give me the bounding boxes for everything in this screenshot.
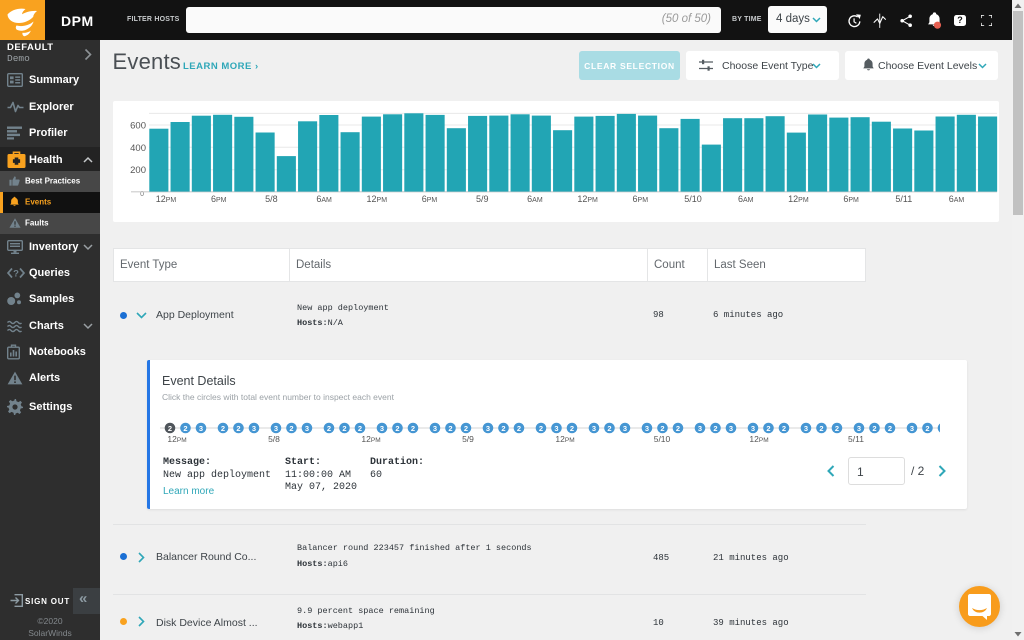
svg-text:2: 2 — [607, 424, 611, 433]
svg-text:12PM: 12PM — [156, 194, 177, 204]
svg-text:3: 3 — [857, 424, 861, 433]
svg-text:3: 3 — [433, 424, 437, 433]
svg-text:6PM: 6PM — [633, 194, 649, 204]
svg-text:2: 2 — [766, 424, 770, 433]
svg-text:3: 3 — [592, 424, 596, 433]
svg-text:2: 2 — [570, 424, 574, 433]
svg-text:2: 2 — [819, 424, 823, 433]
svg-text:2: 2 — [411, 424, 415, 433]
svg-text:3: 3 — [274, 424, 278, 433]
svg-text:2: 2 — [327, 424, 331, 433]
svg-text:6PM: 6PM — [422, 194, 438, 204]
svg-text:2: 2 — [713, 424, 717, 433]
svg-text:5/8: 5/8 — [268, 434, 280, 444]
svg-text:3: 3 — [486, 424, 490, 433]
svg-text:3: 3 — [804, 424, 808, 433]
svg-text:2: 2 — [236, 424, 240, 433]
svg-text:6PM: 6PM — [843, 194, 859, 204]
svg-text:2: 2 — [835, 424, 839, 433]
svg-text:12PM: 12PM — [167, 434, 186, 444]
svg-text:6AM: 6AM — [316, 194, 332, 204]
svg-text:2: 2 — [183, 424, 187, 433]
svg-text:6PM: 6PM — [211, 194, 227, 204]
svg-text:2: 2 — [782, 424, 786, 433]
svg-text:600: 600 — [130, 121, 146, 132]
svg-text:2: 2 — [289, 424, 293, 433]
svg-text:3: 3 — [623, 424, 627, 433]
svg-text:12PM: 12PM — [577, 194, 598, 204]
svg-text:2: 2 — [358, 424, 362, 433]
svg-text:12PM: 12PM — [749, 434, 768, 444]
svg-text:2: 2 — [448, 424, 452, 433]
svg-text:3: 3 — [305, 424, 309, 433]
svg-text:3: 3 — [380, 424, 384, 433]
svg-text:400: 400 — [130, 143, 146, 154]
svg-text:2: 2 — [539, 424, 543, 433]
svg-text:2: 2 — [517, 424, 521, 433]
svg-text:5/9: 5/9 — [476, 194, 489, 204]
svg-text:6AM: 6AM — [738, 194, 754, 204]
svg-text:2: 2 — [221, 424, 225, 433]
svg-text:2: 2 — [872, 424, 876, 433]
svg-text:2: 2 — [925, 424, 929, 433]
svg-text:2: 2 — [660, 424, 664, 433]
svg-text:2: 2 — [676, 424, 680, 433]
svg-text:3: 3 — [910, 424, 914, 433]
svg-text:6AM: 6AM — [949, 194, 965, 204]
svg-text:5/11: 5/11 — [895, 194, 912, 204]
svg-text:3: 3 — [698, 424, 702, 433]
svg-text:2: 2 — [888, 424, 892, 433]
svg-text:5/8: 5/8 — [265, 194, 278, 204]
svg-text:3: 3 — [199, 424, 203, 433]
svg-text:3: 3 — [554, 424, 558, 433]
svg-text:2: 2 — [501, 424, 505, 433]
svg-text:5/11: 5/11 — [848, 434, 864, 444]
svg-text:?: ? — [13, 268, 19, 279]
svg-text:12PM: 12PM — [361, 434, 380, 444]
svg-text:3: 3 — [252, 424, 256, 433]
svg-text:5/10: 5/10 — [684, 194, 702, 204]
svg-text:2: 2 — [464, 424, 468, 433]
svg-text:3: 3 — [645, 424, 649, 433]
svg-text:3: 3 — [751, 424, 755, 433]
svg-text:12PM: 12PM — [367, 194, 388, 204]
svg-text:12PM: 12PM — [788, 194, 809, 204]
svg-text:6AM: 6AM — [527, 194, 543, 204]
svg-text:2: 2 — [395, 424, 399, 433]
svg-text:200: 200 — [130, 165, 146, 176]
svg-text:12PM: 12PM — [555, 434, 574, 444]
svg-text:3: 3 — [729, 424, 733, 433]
svg-text:5/9: 5/9 — [462, 434, 474, 444]
svg-text:2: 2 — [342, 424, 346, 433]
svg-text:5/10: 5/10 — [654, 434, 671, 444]
svg-text:2: 2 — [168, 424, 172, 433]
